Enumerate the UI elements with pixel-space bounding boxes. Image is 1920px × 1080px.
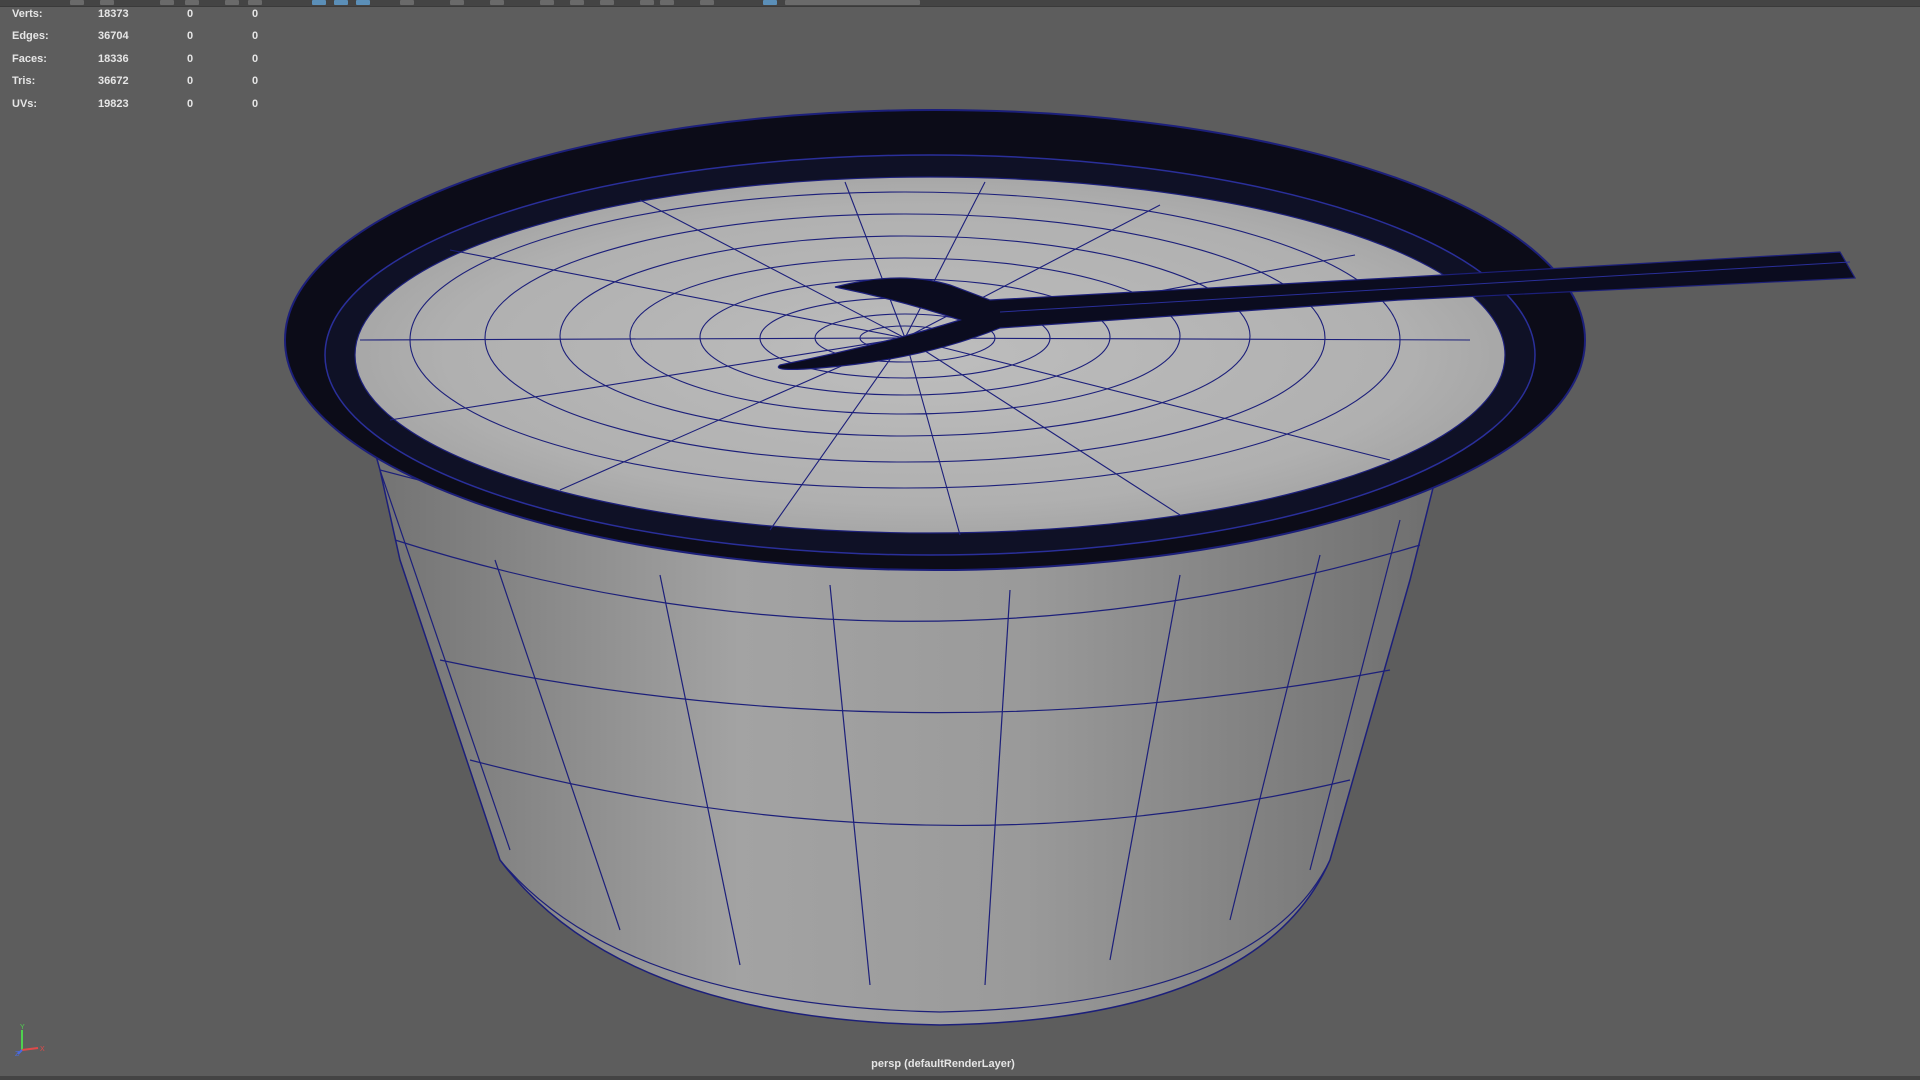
z-axis-label: Z [15,1051,20,1056]
bowl-mesh[interactable] [284,109,1857,1026]
x-axis-label: X [40,1046,45,1053]
axis-gizmo: Y X Z [15,1024,45,1056]
y-axis-label: Y [20,1024,25,1031]
x-axis-icon [21,1047,39,1051]
viewport-bottom-border [0,1076,1920,1080]
cream-surface [354,176,1506,534]
viewport-canvas[interactable] [0,0,1920,1080]
camera-label: persp (defaultRenderLayer) [871,1058,1015,1070]
